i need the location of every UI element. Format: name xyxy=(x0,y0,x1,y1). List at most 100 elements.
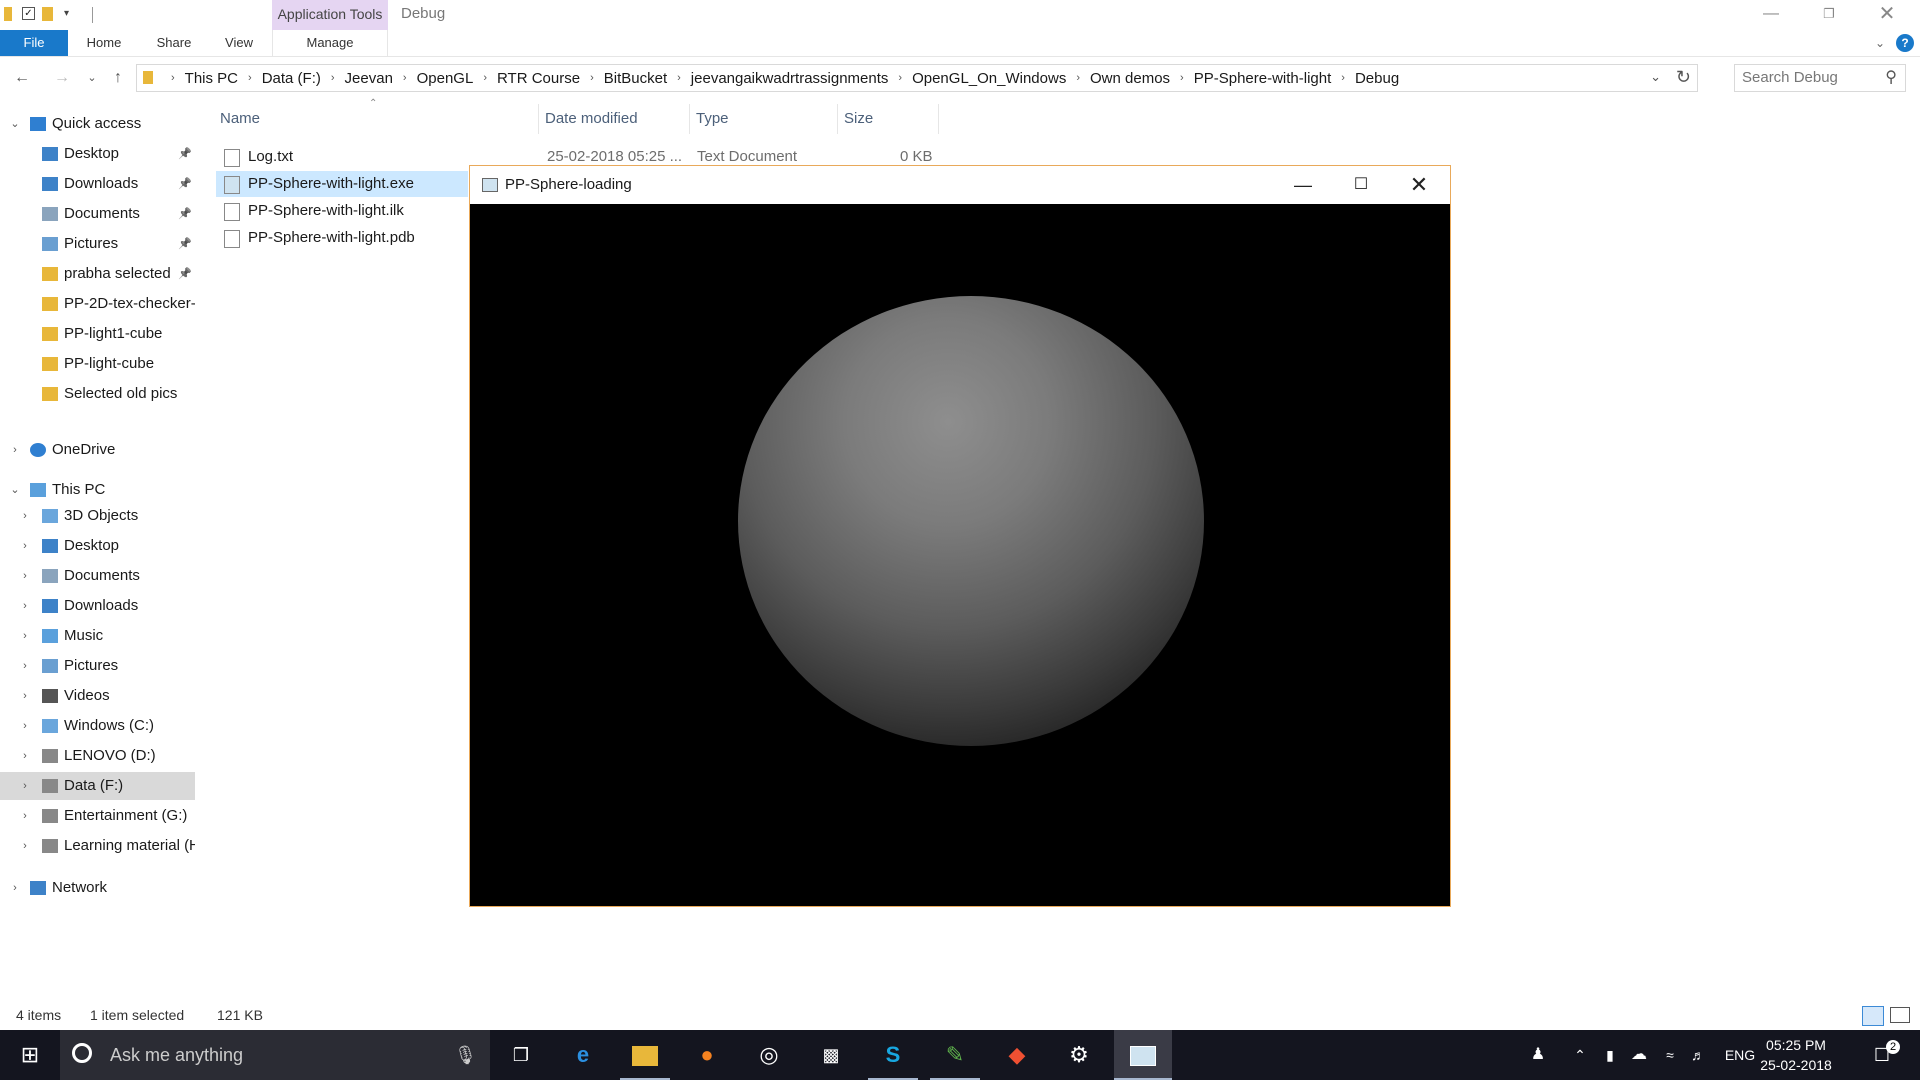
address-dropdown-icon[interactable]: ⌄ xyxy=(1650,69,1661,85)
help-icon[interactable]: ? xyxy=(1896,34,1914,52)
file-explorer-icon[interactable] xyxy=(620,1030,670,1080)
start-button[interactable]: ⊞ xyxy=(5,1030,55,1080)
tab-view[interactable]: View xyxy=(214,30,264,56)
opengl-window[interactable]: PP-Sphere-loading — ☐ ✕ xyxy=(469,165,1451,907)
task-view-icon[interactable]: ❐ xyxy=(496,1030,546,1080)
breadcrumb-item[interactable]: Data (F:) xyxy=(260,70,323,87)
expand-chevron-icon[interactable]: ⌄ xyxy=(8,476,22,504)
search-input[interactable]: Search Debug ⚲ xyxy=(1734,64,1906,92)
details-view-icon[interactable] xyxy=(1862,1006,1884,1026)
gl-close-button[interactable]: ✕ xyxy=(1390,166,1448,204)
nav-quick-access[interactable]: ⌄ Quick access xyxy=(0,110,195,138)
notepad-plus-icon[interactable]: ✎ xyxy=(930,1030,980,1080)
breadcrumb-chevron-icon[interactable]: › xyxy=(171,72,175,84)
breadcrumb-chevron-icon[interactable]: › xyxy=(331,72,335,84)
settings-gear-icon[interactable]: ⚙ xyxy=(1054,1030,1104,1080)
nav-network[interactable]: › Network xyxy=(0,874,195,902)
new-folder-icon[interactable] xyxy=(42,7,53,21)
breadcrumb-item[interactable]: OpenGL_On_Windows xyxy=(910,70,1068,87)
battery-icon[interactable]: ▮ xyxy=(1598,1030,1622,1080)
expand-chevron-icon[interactable]: › xyxy=(18,502,32,530)
expand-chevron-icon[interactable]: › xyxy=(18,562,32,590)
expand-chevron-icon[interactable]: › xyxy=(18,652,32,680)
tab-file[interactable]: File xyxy=(0,30,68,56)
breadcrumb-chevron-icon[interactable]: › xyxy=(677,72,681,84)
wifi-icon[interactable]: ≈ xyxy=(1658,1030,1682,1080)
nav-item[interactable]: › Videos xyxy=(0,682,195,710)
nav-item[interactable]: › Data (F:) xyxy=(0,772,195,800)
breadcrumb-chevron-icon[interactable]: › xyxy=(898,72,902,84)
breadcrumb-item[interactable]: PP-Sphere-with-light xyxy=(1192,70,1334,87)
cortana-search-box[interactable]: Ask me anything 🎙 xyxy=(60,1030,490,1080)
expand-chevron-icon[interactable]: › xyxy=(18,742,32,770)
minimize-button[interactable]: — xyxy=(1748,0,1794,30)
expand-chevron-icon[interactable]: › xyxy=(18,832,32,860)
breadcrumb-item[interactable]: Jeevan xyxy=(343,70,395,87)
breadcrumb-item[interactable]: Own demos xyxy=(1088,70,1172,87)
nav-item[interactable]: › Entertainment (G:) xyxy=(0,802,195,830)
opengl-app-taskbar-button[interactable] xyxy=(1114,1030,1172,1080)
breadcrumb-item[interactable]: RTR Course xyxy=(495,70,582,87)
back-button[interactable]: ← xyxy=(10,66,34,90)
nav-item[interactable]: › Documents xyxy=(0,562,195,590)
expand-chevron-icon[interactable]: ⌄ xyxy=(8,110,22,138)
volume-icon[interactable]: ♬ xyxy=(1686,1030,1710,1080)
nav-item[interactable]: Pictures 📌 xyxy=(0,230,195,258)
tab-manage[interactable]: Manage xyxy=(272,30,388,56)
nav-item[interactable]: › Music xyxy=(0,622,195,650)
expand-chevron-icon[interactable]: › xyxy=(18,802,32,830)
breadcrumb-chevron-icon[interactable]: › xyxy=(1076,72,1080,84)
refresh-icon[interactable]: ↻ xyxy=(1676,67,1691,88)
action-center-icon[interactable]: ☐ xyxy=(1864,1030,1900,1080)
nav-item[interactable]: › Desktop xyxy=(0,532,195,560)
breadcrumb-chevron-icon[interactable]: › xyxy=(1180,72,1184,84)
nav-item[interactable]: Selected old pics xyxy=(0,380,195,408)
people-icon[interactable]: ♟ xyxy=(1524,1030,1552,1080)
gl-minimize-button[interactable]: — xyxy=(1274,166,1332,204)
expand-chevron-icon[interactable]: › xyxy=(18,532,32,560)
breadcrumb-item[interactable]: This PC xyxy=(183,70,240,87)
nav-item[interactable]: Desktop 📌 xyxy=(0,140,195,168)
restore-button[interactable]: ❐ xyxy=(1806,0,1852,30)
nav-item[interactable]: PP-light-cube xyxy=(0,350,195,378)
expand-chevron-icon[interactable]: › xyxy=(8,436,22,464)
nav-item[interactable]: PP-light1-cube xyxy=(0,320,195,348)
command-prompt-icon[interactable]: ▩ xyxy=(806,1030,856,1080)
column-type[interactable]: Type xyxy=(690,104,838,134)
breadcrumb-item[interactable]: OpenGL xyxy=(415,70,476,87)
nav-item[interactable]: prabha selected 📌 xyxy=(0,260,195,288)
breadcrumb-chevron-icon[interactable]: › xyxy=(590,72,594,84)
input-language[interactable]: ENG xyxy=(1722,1030,1758,1080)
address-bar[interactable]: › This PC › Data (F:) › Jeevan › OpenGL › RTR Cou… xyxy=(136,64,1698,92)
tab-share[interactable]: Share xyxy=(146,30,202,56)
opengl-window-titlebar[interactable]: PP-Sphere-loading — ☐ ✕ xyxy=(470,166,1450,204)
clock[interactable]: 05:25 PM 25-02-2018 xyxy=(1756,1035,1836,1075)
breadcrumb-item[interactable]: BitBucket xyxy=(602,70,669,87)
breadcrumb-chevron-icon[interactable]: › xyxy=(403,72,407,84)
breadcrumb-chevron-icon[interactable]: › xyxy=(1341,72,1345,84)
breadcrumb-item[interactable]: Debug xyxy=(1353,70,1401,87)
breadcrumb-item[interactable]: jeevangaikwadrtrassignments xyxy=(689,70,891,87)
expand-chevron-icon[interactable]: › xyxy=(18,712,32,740)
nav-item[interactable]: › 3D Objects xyxy=(0,502,195,530)
edge-icon[interactable]: e xyxy=(558,1030,608,1080)
breadcrumb-chevron-icon[interactable]: › xyxy=(483,72,487,84)
show-hidden-icons-icon[interactable]: ⌃ xyxy=(1568,1030,1592,1080)
properties-icon[interactable]: ✓ xyxy=(22,7,35,20)
microphone-icon[interactable]: 🎙 xyxy=(454,1030,477,1080)
firefox-icon[interactable]: ● xyxy=(682,1030,732,1080)
expand-chevron-icon[interactable]: › xyxy=(18,772,32,800)
nav-item[interactable]: Downloads 📌 xyxy=(0,170,195,198)
nav-onedrive[interactable]: › OneDrive xyxy=(0,436,195,464)
expand-chevron-icon[interactable]: › xyxy=(18,622,32,650)
expand-chevron-icon[interactable]: › xyxy=(18,592,32,620)
large-icons-view-icon[interactable] xyxy=(1890,1007,1910,1023)
nav-item[interactable]: › Downloads xyxy=(0,592,195,620)
nav-item[interactable]: › Learning material (H xyxy=(0,832,195,860)
nav-item[interactable]: Documents 📌 xyxy=(0,200,195,228)
render-canvas[interactable] xyxy=(470,204,1450,906)
nav-item[interactable]: › Windows (C:) xyxy=(0,712,195,740)
column-date-modified[interactable]: Date modified xyxy=(539,104,690,134)
nav-item[interactable]: PP-2D-tex-checker- xyxy=(0,290,195,318)
onedrive-icon[interactable]: ☁ xyxy=(1626,1030,1652,1080)
